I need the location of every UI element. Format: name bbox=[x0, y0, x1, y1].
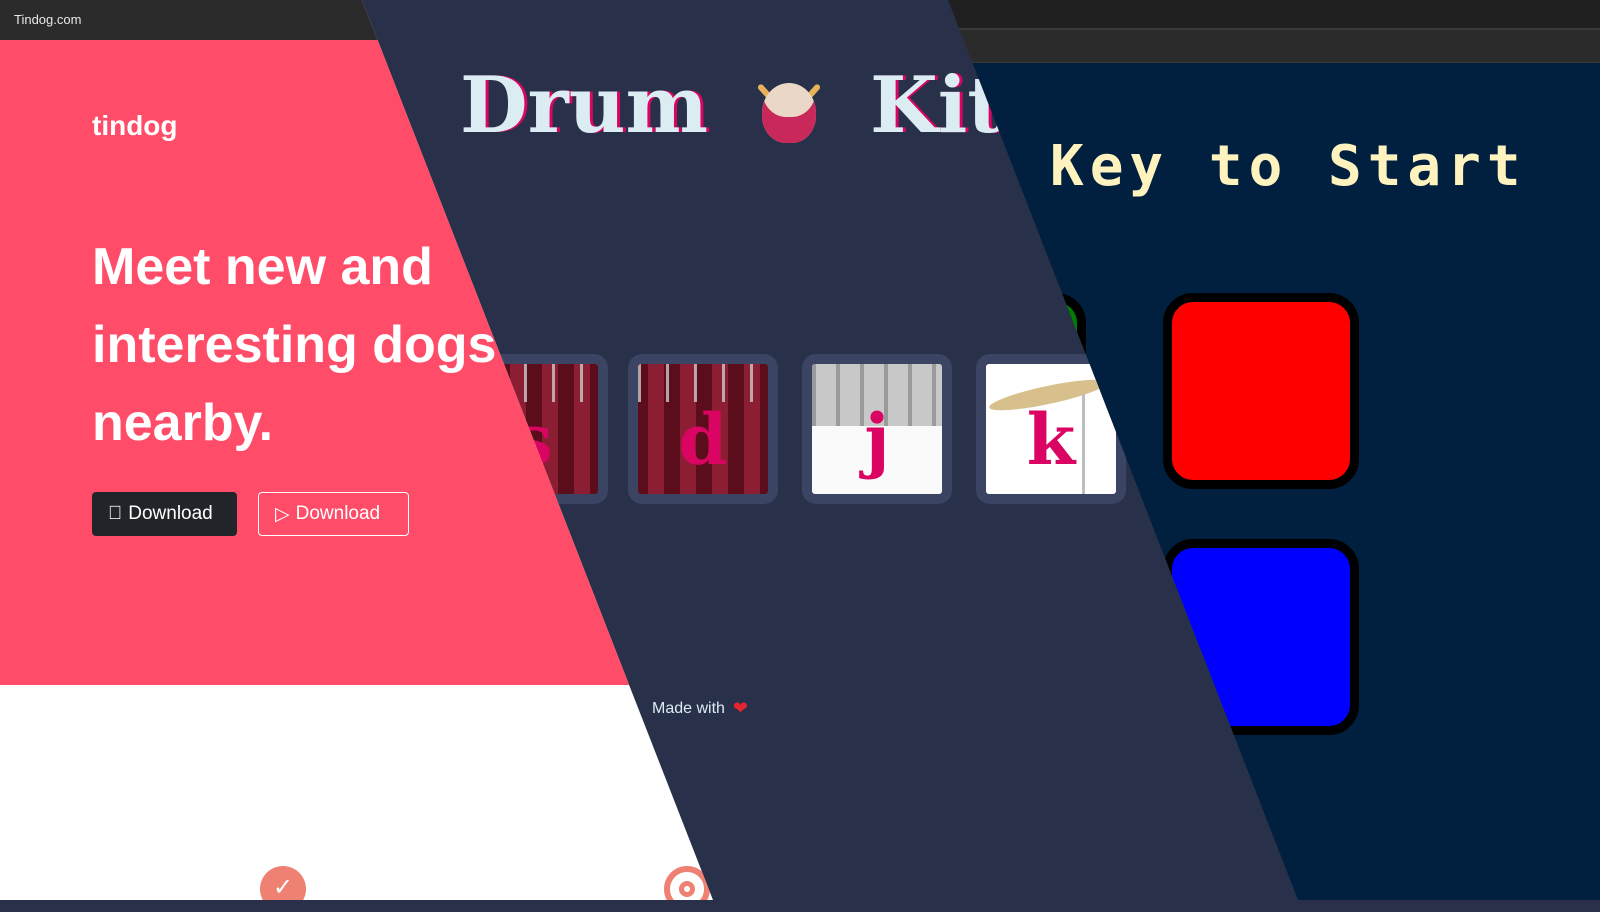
drum-emoji-icon bbox=[752, 65, 826, 147]
drum-key-d[interactable]: d bbox=[628, 354, 778, 504]
footer-made-with: Made with ❤ bbox=[652, 698, 748, 719]
browser-tab-strip[interactable] bbox=[940, 0, 1600, 30]
play-store-icon: ▷ bbox=[275, 503, 290, 525]
headline-line: Meet new and bbox=[92, 238, 433, 296]
tom-image: d bbox=[638, 364, 768, 494]
drum-key-j[interactable]: j bbox=[802, 354, 952, 504]
footer-text: Made with bbox=[652, 699, 725, 717]
check-circle-icon: ✓ bbox=[260, 866, 306, 900]
drum-key-letter: k bbox=[1026, 398, 1076, 481]
red-pad[interactable] bbox=[1163, 293, 1359, 489]
play-download-label: Download bbox=[295, 503, 381, 524]
headline-line: interesting dogs bbox=[92, 316, 497, 374]
cymbal-image: k bbox=[986, 364, 1116, 494]
snare-image: j bbox=[812, 364, 942, 494]
title-drum-word: Drum bbox=[460, 60, 708, 151]
drum-key-letter: d bbox=[678, 398, 728, 481]
apple-icon:  bbox=[108, 503, 122, 525]
drum-key-letter: j bbox=[864, 398, 890, 481]
drum-kit-title: Drum Kit bbox=[460, 60, 1003, 151]
apple-download-button[interactable]:  Download bbox=[92, 492, 237, 536]
heart-icon: ❤ bbox=[732, 698, 749, 718]
headline-line: nearby. bbox=[92, 394, 274, 452]
apple-download-label: Download bbox=[114, 503, 213, 524]
browser-tab-title[interactable]: Tindog.com bbox=[0, 12, 81, 27]
navbar-brand[interactable]: tindog bbox=[92, 110, 178, 142]
hero-headline: Meet new and interesting dogs nearby. bbox=[92, 228, 496, 462]
simon-title: Key to Start bbox=[1050, 134, 1527, 199]
google-play-download-button[interactable]: ▷ Download bbox=[258, 492, 409, 536]
